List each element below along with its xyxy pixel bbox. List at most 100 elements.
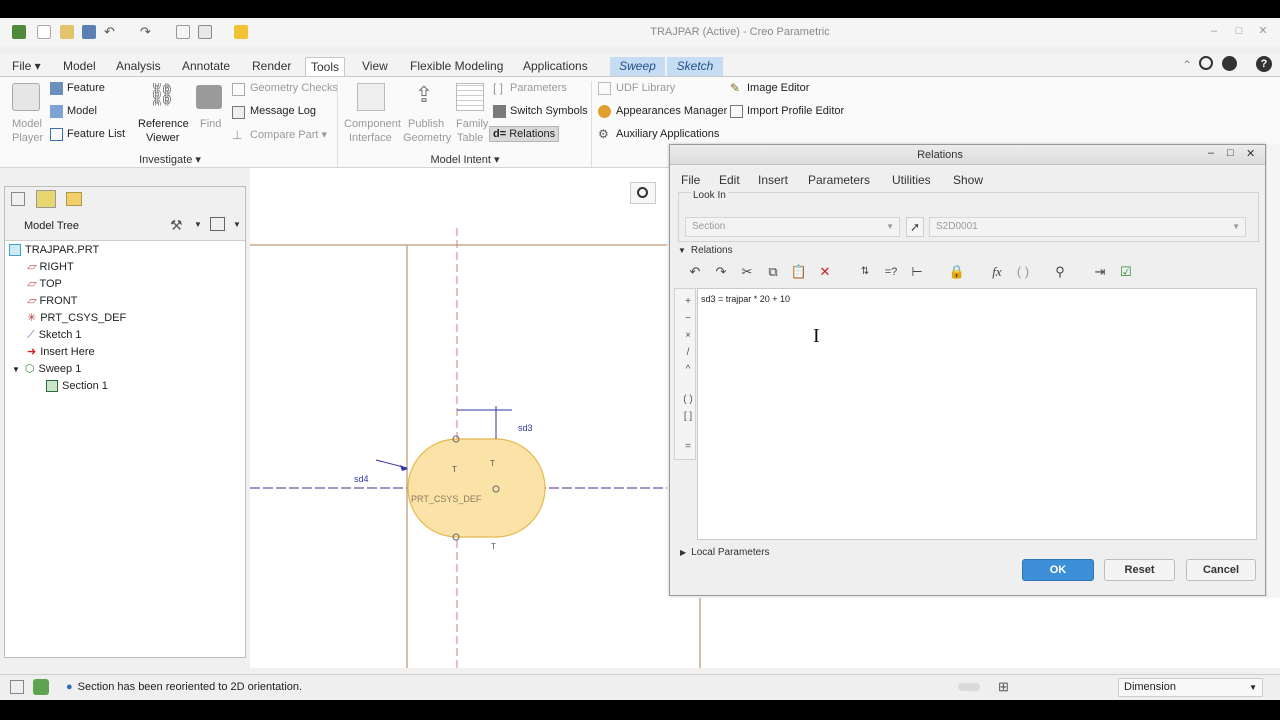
group-investigate[interactable]: Investigate ▾ xyxy=(100,153,240,168)
auxiliary-applications-icon[interactable]: ⚙ xyxy=(598,128,611,141)
import-profile-editor-icon[interactable] xyxy=(730,105,743,118)
relations-editor[interactable]: sd3 = trajpar * 20 + 10 I xyxy=(697,288,1257,540)
tree-item-trajpar-prt[interactable]: TRAJPAR.PRT xyxy=(9,242,99,258)
switch-symbols-icon[interactable] xyxy=(493,105,506,118)
function-icon[interactable]: fx xyxy=(987,262,1007,282)
compare-part-button[interactable]: Compare Part ▾ xyxy=(250,128,327,141)
parameter-icon[interactable]: ( ) xyxy=(1013,262,1033,282)
relations-menu-show[interactable]: Show xyxy=(953,173,983,187)
appearances-manager-button[interactable]: Appearances Manager xyxy=(616,105,727,117)
ok-button[interactable]: OK xyxy=(1022,559,1094,581)
tab-view[interactable]: View xyxy=(357,57,393,76)
tree-columns-icon[interactable] xyxy=(210,217,225,231)
zoom-icon[interactable] xyxy=(630,182,656,204)
dimension-sd3[interactable]: sd3 xyxy=(518,423,533,433)
delete-icon[interactable]: ✕ xyxy=(815,262,835,282)
model-player-label-1[interactable]: Model xyxy=(12,118,42,130)
selection-filter-select[interactable]: Dimension ▼ xyxy=(1118,678,1263,697)
tab-sweep[interactable]: Sweep xyxy=(610,57,665,76)
minimize-icon[interactable]: – xyxy=(1207,25,1221,37)
model-tree-tab-icon[interactable] xyxy=(36,190,56,208)
redo-icon[interactable]: ↷ xyxy=(711,262,731,282)
model-player-icon[interactable] xyxy=(12,83,40,111)
tree-item-insert-here[interactable]: ➜ Insert Here xyxy=(27,344,95,360)
component-interface-label-1[interactable]: Component xyxy=(344,118,401,130)
section-sketch[interactable] xyxy=(407,438,546,538)
operator-divide[interactable]: / xyxy=(681,347,695,358)
chevron-down-icon[interactable]: ▼ xyxy=(233,220,241,229)
search-icon[interactable] xyxy=(1199,56,1213,70)
tree-item-right[interactable]: ▱ RIGHT xyxy=(27,259,74,275)
message-log-icon[interactable] xyxy=(232,106,245,119)
folder-browser-icon[interactable] xyxy=(66,192,82,206)
relations-button[interactable]: d= Relations xyxy=(489,126,560,142)
collapse-ribbon-icon[interactable]: ⌃ xyxy=(1182,58,1192,72)
udf-library-icon[interactable] xyxy=(598,82,611,95)
feature-icon[interactable] xyxy=(50,82,63,95)
tree-item-top[interactable]: ▱ TOP xyxy=(27,276,62,292)
auxiliary-applications-button[interactable]: Auxiliary Applications xyxy=(616,128,719,140)
selection-tool-icon[interactable]: ⊞ xyxy=(998,679,1014,695)
toggle-navigator-icon[interactable] xyxy=(10,680,24,694)
relations-menu-insert[interactable]: Insert xyxy=(758,173,788,187)
close-icon[interactable]: ✕ xyxy=(1256,25,1270,37)
group-model-intent[interactable]: Model Intent ▾ xyxy=(400,153,530,168)
relation-line[interactable]: sd3 = trajpar * 20 + 10 xyxy=(701,294,790,304)
switch-symbols-button[interactable]: Switch Symbols xyxy=(510,105,588,117)
paste-icon[interactable]: 📋 xyxy=(789,262,809,282)
expand-icon[interactable]: ▼ xyxy=(12,365,20,374)
model-info-icon[interactable] xyxy=(50,105,63,118)
find-button[interactable]: Find xyxy=(200,118,221,130)
geometry-checks-button[interactable]: Geometry Checks xyxy=(250,82,338,94)
relations-menu-parameters[interactable]: Parameters xyxy=(808,173,870,187)
message-log-button[interactable]: Message Log xyxy=(250,105,316,117)
layer-tree-icon[interactable] xyxy=(11,192,25,206)
tab-applications[interactable]: Applications xyxy=(518,57,593,76)
tree-item-front[interactable]: ▱ FRONT xyxy=(27,293,77,309)
operator-plus[interactable]: + xyxy=(681,296,695,307)
maximize-icon[interactable]: □ xyxy=(1232,25,1246,37)
model-button[interactable]: Model xyxy=(67,105,97,117)
model-player-label-2[interactable]: Player xyxy=(12,132,43,144)
tree-item-sketch-1[interactable]: ⟋ Sketch 1 xyxy=(27,327,82,343)
reset-button[interactable]: Reset xyxy=(1104,559,1175,581)
tab-tools[interactable]: Tools xyxy=(305,57,346,76)
switch-dimensions-icon[interactable]: ⇅ xyxy=(855,262,875,282)
dialog-maximize-icon[interactable]: □ xyxy=(1227,147,1234,159)
online-icon[interactable] xyxy=(1222,56,1237,71)
tab-flexible-modeling[interactable]: Flexible Modeling xyxy=(405,57,508,76)
relations-titlebar[interactable]: Relations – □ ✕ xyxy=(670,145,1265,165)
tab-sketch[interactable]: Sketch xyxy=(667,57,723,76)
relations-menu-file[interactable]: File xyxy=(681,173,700,187)
udf-library-button[interactable]: UDF Library xyxy=(616,82,675,94)
tab-model[interactable]: Model xyxy=(58,57,101,76)
parameters-button[interactable]: Parameters xyxy=(510,82,567,94)
tab-file[interactable]: File ▾ xyxy=(7,57,46,76)
feature-list-icon[interactable] xyxy=(50,128,63,141)
tab-render[interactable]: Render xyxy=(247,57,296,76)
tree-settings-icon[interactable]: ⚒ xyxy=(170,217,184,233)
publish-geometry-label-2[interactable]: Geometry xyxy=(403,132,451,144)
tree-item-section-1[interactable]: Section 1 xyxy=(46,378,108,394)
reference-viewer-icon[interactable]: ⛓ xyxy=(148,81,176,109)
tree-item-sweep-1[interactable]: ▼ ⬡ Sweep 1 xyxy=(12,361,81,377)
sort-relations-icon[interactable]: ⚲ xyxy=(1050,262,1070,282)
appearances-manager-icon[interactable] xyxy=(598,105,611,118)
import-profile-editor-button[interactable]: Import Profile Editor xyxy=(747,105,844,117)
family-table-icon[interactable] xyxy=(456,83,484,111)
measure-icon[interactable]: ⊢ xyxy=(907,262,927,282)
copy-icon[interactable]: ⧉ xyxy=(763,262,783,282)
execute-icon[interactable]: ⇥ xyxy=(1090,262,1110,282)
local-parameters-toggle[interactable]: ▶ Local Parameters xyxy=(680,547,770,558)
compare-part-icon[interactable]: ⊥ xyxy=(232,129,245,142)
image-editor-button[interactable]: Image Editor xyxy=(747,82,809,94)
relations-menu-utilities[interactable]: Utilities xyxy=(892,173,931,187)
tree-item-prt-csys-def[interactable]: ✳ PRT_CSYS_DEF xyxy=(27,310,126,326)
tab-annotate[interactable]: Annotate xyxy=(177,57,235,76)
operator-brackets[interactable]: [ ] xyxy=(681,411,695,422)
toggle-browser-icon[interactable] xyxy=(33,679,49,695)
image-editor-icon[interactable]: ✎ xyxy=(730,82,743,95)
feature-list-button[interactable]: Feature List xyxy=(67,128,125,140)
relations-section-toggle[interactable]: ▼ Relations xyxy=(678,245,733,256)
undo-icon[interactable]: ↶ xyxy=(685,262,705,282)
